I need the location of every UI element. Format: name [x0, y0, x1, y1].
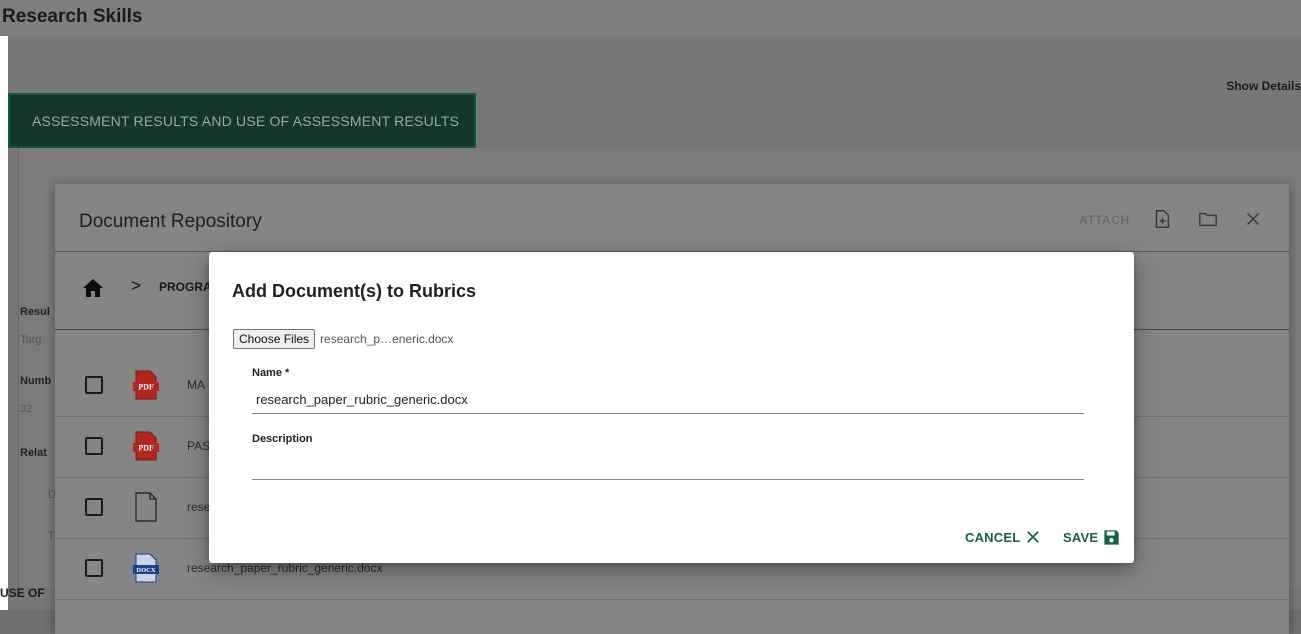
chosen-file-name: research_p…eneric.docx [320, 332, 454, 346]
side-label: Targ [20, 334, 42, 346]
repository-title: Document Repository [79, 211, 262, 232]
tab-assessment-results[interactable]: ASSESSMENT RESULTS AND USE OF ASSESSMENT… [8, 93, 476, 148]
add-document-modal: Add Document(s) to Rubrics Choose Files … [209, 252, 1134, 563]
svg-text:DOCX: DOCX [136, 567, 155, 574]
show-details-link[interactable]: Show Details [1226, 79, 1301, 93]
add-file-icon[interactable] [1151, 208, 1173, 230]
cancel-button[interactable]: CANCEL [965, 528, 1042, 546]
cancel-label: CANCEL [965, 529, 1021, 545]
name-label: Name * [252, 367, 290, 379]
file-checkbox[interactable] [85, 376, 103, 394]
pdf-icon: PDF [133, 370, 159, 400]
modal-title: Add Document(s) to Rubrics [232, 281, 477, 301]
chevron-right-icon: > [131, 276, 141, 295]
side-label: T [48, 530, 55, 542]
page-title: Research Skills [0, 0, 1301, 36]
file-icon [135, 492, 157, 522]
save-icon [1104, 530, 1119, 545]
file-name[interactable]: PAS [187, 439, 210, 453]
file-name[interactable]: rese [187, 500, 210, 514]
description-field[interactable] [252, 459, 1084, 480]
close-icon[interactable] [1242, 208, 1264, 230]
home-icon[interactable] [81, 276, 105, 300]
file-checkbox[interactable] [85, 437, 103, 455]
attach-button[interactable]: ATTACH [1079, 213, 1130, 227]
save-button[interactable]: SAVE [1063, 528, 1121, 547]
file-name[interactable]: MA [187, 378, 205, 392]
side-label: Relat [20, 447, 47, 459]
docx-icon: DOCX [133, 553, 159, 583]
file-checkbox[interactable] [85, 498, 103, 516]
name-field[interactable] [252, 392, 1084, 414]
choose-files-button[interactable]: Choose Files [233, 329, 316, 349]
side-label: Resul [20, 306, 50, 318]
folder-icon[interactable] [1197, 208, 1219, 230]
save-label: SAVE [1063, 530, 1099, 545]
side-label: Numb [20, 375, 52, 387]
breadcrumb-item[interactable]: PROGRA [159, 280, 212, 294]
close-icon [1027, 531, 1040, 543]
pdf-icon: PDF [133, 431, 159, 461]
file-chooser: Choose Files research_p…eneric.docx [233, 329, 453, 349]
side-label: 32 [20, 403, 33, 415]
file-checkbox[interactable] [85, 559, 103, 577]
file-name[interactable]: research_paper_rubric_generic.docx [187, 561, 382, 575]
use-of-heading: USE OF [0, 586, 45, 600]
description-label: Description [252, 433, 313, 445]
repository-header: Document Repository ATTACH [55, 184, 1289, 252]
svg-text:PDF: PDF [138, 383, 154, 392]
svg-text:PDF: PDF [138, 444, 154, 453]
